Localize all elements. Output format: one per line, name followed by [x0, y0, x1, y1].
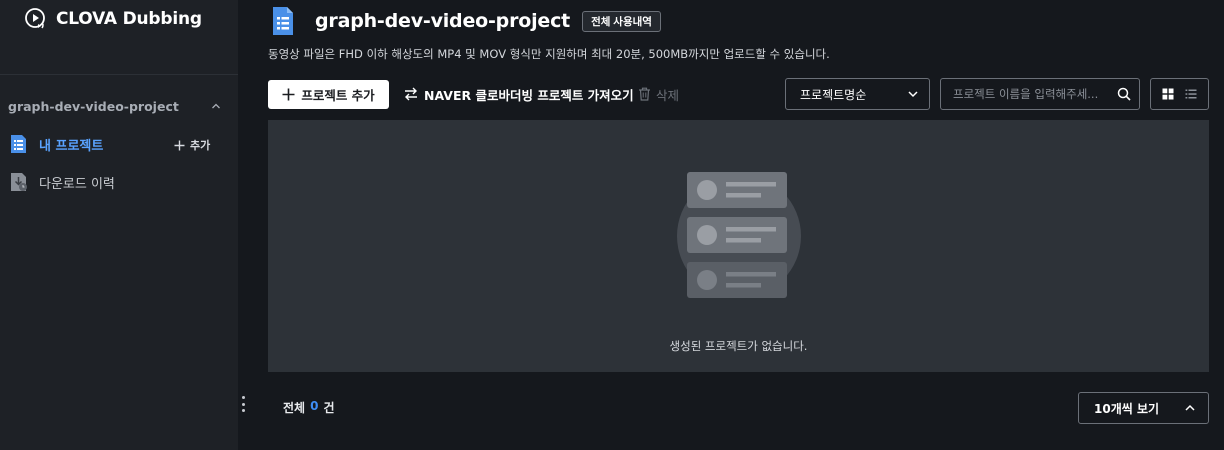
- total-prefix: 전체: [283, 401, 306, 415]
- view-mode-toggle: [1150, 78, 1209, 110]
- search-input[interactable]: [953, 87, 1117, 101]
- empty-state-message: 생성된 프로젝트가 없습니다.: [669, 339, 808, 353]
- per-page-value: 10개씩 보기: [1094, 401, 1160, 416]
- add-project-label: 프로젝트 추가: [301, 88, 375, 103]
- import-naver-project-button[interactable]: NAVER 클로바더빙 프로젝트 가져오기: [404, 82, 634, 106]
- page-header: graph-dev-video-project 전체 사용내역: [272, 6, 661, 36]
- document-list-icon: [11, 135, 26, 153]
- page-title: graph-dev-video-project: [315, 10, 571, 32]
- project-group-header[interactable]: graph-dev-video-project: [8, 96, 222, 116]
- search-box: [940, 78, 1140, 110]
- project-group-label: graph-dev-video-project: [8, 98, 179, 114]
- chevron-up-icon: [1185, 404, 1195, 411]
- brand-name: CLOVA Dubbing: [56, 9, 202, 29]
- add-label: 추가: [190, 139, 211, 152]
- sort-value: 프로젝트명순: [800, 87, 867, 102]
- clova-dubbing-icon: [25, 8, 45, 29]
- project-document-icon: [273, 7, 293, 35]
- total-suffix: 건: [323, 401, 335, 415]
- list-view-icon[interactable]: [1185, 88, 1197, 100]
- sidebar-resize-handle[interactable]: [240, 396, 246, 412]
- sidebar-divider: [0, 74, 238, 75]
- per-page-select[interactable]: 10개씩 보기: [1078, 392, 1209, 424]
- download-history-icon: [11, 173, 27, 191]
- sidebar-item-download-history[interactable]: 다운로드 이력: [10, 170, 220, 194]
- search-icon[interactable]: [1117, 87, 1131, 101]
- sidebar: CLOVA Dubbing graph-dev-video-project 내 …: [0, 0, 238, 450]
- chevron-down-icon: [908, 91, 918, 98]
- sidebar-item-label: 다운로드 이력: [39, 176, 115, 192]
- total-count: 전체 0 건: [283, 399, 335, 416]
- empty-projects-illustration: [677, 172, 801, 298]
- delete-button[interactable]: 삭제: [638, 82, 679, 106]
- app-root: CLOVA Dubbing graph-dev-video-project 내 …: [0, 0, 1224, 450]
- delete-label: 삭제: [656, 87, 680, 103]
- usage-history-button[interactable]: 전체 사용내역: [582, 10, 661, 32]
- trash-icon: [639, 87, 650, 101]
- add-project-sidebar-button[interactable]: 추가: [174, 136, 210, 154]
- plus-icon: [282, 88, 295, 101]
- import-label: NAVER 클로바더빙 프로젝트 가져오기: [424, 87, 634, 103]
- sidebar-item-label: 내 프로젝트: [39, 138, 104, 154]
- plus-icon: [174, 140, 185, 150]
- chevron-up-icon[interactable]: [210, 100, 222, 112]
- upload-notice: 동영상 파일은 FHD 이하 해상도의 MP4 및 MOV 형식만 지원하며 최…: [268, 47, 830, 61]
- sort-select[interactable]: 프로젝트명순: [785, 78, 930, 110]
- total-count-value: 0: [310, 399, 319, 413]
- swap-arrows-icon: [405, 87, 417, 101]
- add-project-button[interactable]: 프로젝트 추가: [268, 80, 389, 109]
- project-list-area: 생성된 프로젝트가 없습니다.: [268, 120, 1209, 372]
- brand-logo[interactable]: CLOVA Dubbing: [24, 6, 202, 32]
- grid-view-icon[interactable]: [1162, 88, 1174, 100]
